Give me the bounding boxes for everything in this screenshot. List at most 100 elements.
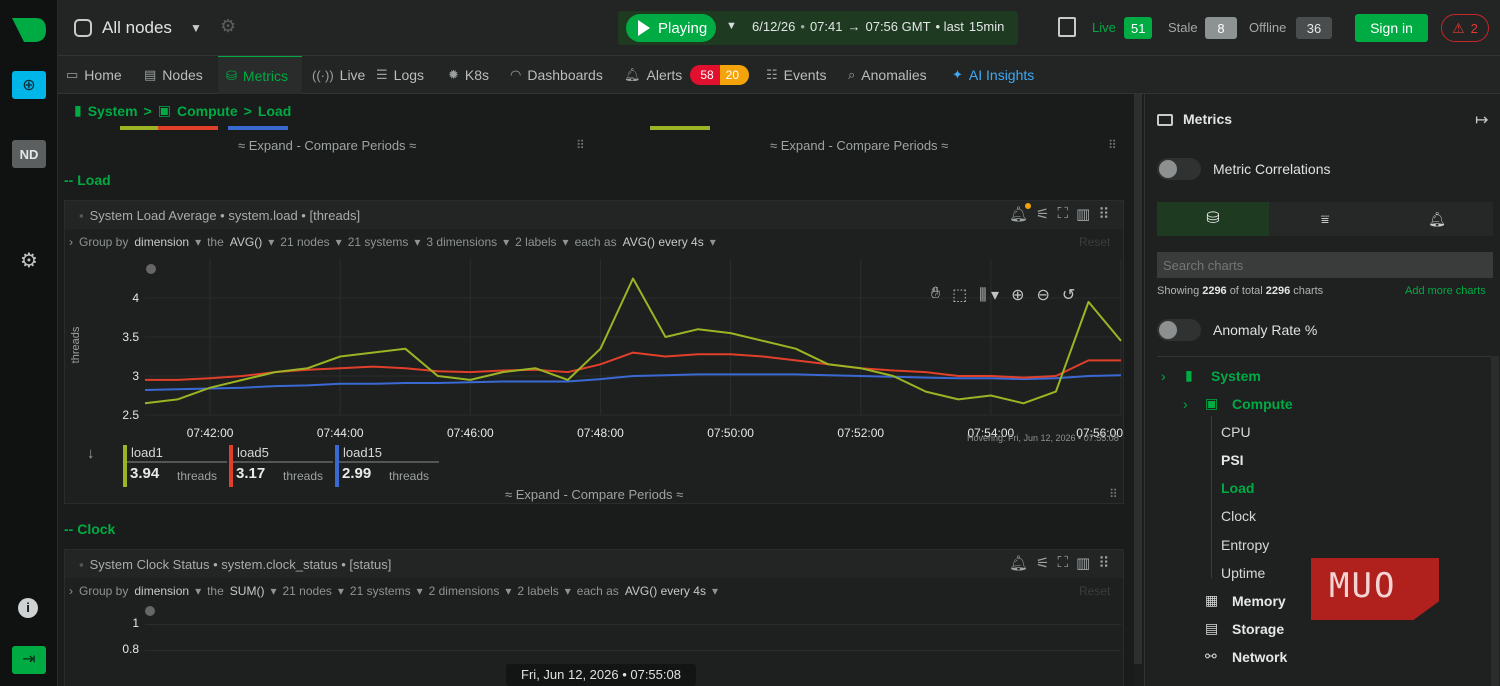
scope-selector[interactable]: All nodes ▼ <box>74 14 202 42</box>
resize-handle-icon[interactable]: ⠿ <box>1108 138 1117 152</box>
zoom-in-icon[interactable]: ⊕ <box>1011 285 1024 305</box>
resize-handle-icon[interactable]: ⠿ <box>576 138 585 152</box>
tab-dashboards[interactable]: ◠ Dashboards <box>510 56 603 94</box>
settings-outline-icon[interactable]: ⚙ <box>220 16 236 37</box>
netdata-logo[interactable] <box>10 14 48 46</box>
save-icon[interactable]: ▥ <box>1076 205 1090 223</box>
expand-chevron-icon[interactable]: › <box>69 584 73 598</box>
tab-logs[interactable]: ☰ Logs <box>376 56 424 94</box>
collapse-panel-icon[interactable]: ↦ <box>1475 110 1488 130</box>
anomaly-rate-toggle[interactable] <box>1157 319 1201 341</box>
tree-item-storage[interactable]: Storage <box>1232 621 1284 637</box>
dimensions-filter[interactable]: 2 dimensions <box>429 584 500 598</box>
breadcrumb-compute[interactable]: Compute <box>177 103 238 119</box>
drag-handle-icon[interactable]: ⠿ <box>1098 554 1109 572</box>
tree-item-psi[interactable]: PSI <box>1221 452 1244 468</box>
fullscreen-icon[interactable]: ⛶ <box>1058 205 1069 223</box>
sign-in-icon[interactable]: ⇥ <box>12 646 46 674</box>
tab-ai-insights[interactable]: ✦ AI Insights <box>952 56 1034 94</box>
reset-button[interactable]: Reset <box>1079 235 1110 249</box>
time-range[interactable]: 6/12/26 • 07:41 → 07:56 GMT • last 15min <box>752 19 1004 34</box>
add-more-charts-link[interactable]: Add more charts <box>1405 285 1486 297</box>
legend-load1[interactable]: load1 3.94 threads <box>123 445 227 487</box>
alerts-critical-count: 58 <box>690 65 720 85</box>
stale-count[interactable]: 8 <box>1205 17 1237 39</box>
systems-filter[interactable]: 21 systems <box>350 584 411 598</box>
aggregation-select[interactable]: SUM() <box>230 584 265 598</box>
tab-k8s[interactable]: ✹ K8s <box>448 56 489 94</box>
expand-compare-top-left[interactable]: ≈ Expand - Compare Periods ≈ <box>238 138 416 153</box>
breadcrumb-load[interactable]: Load <box>258 103 291 119</box>
alerts-badge[interactable]: ⚠ 2 <box>1441 14 1489 42</box>
alert-bell-icon[interactable]: 🔔︎ <box>1009 203 1032 223</box>
settings-gear-icon[interactable]: ⚙ <box>17 249 41 273</box>
clock-y-tick: 1 <box>132 616 139 630</box>
node-badge[interactable]: ND <box>12 140 46 168</box>
breadcrumb-system[interactable]: System <box>88 103 138 119</box>
aggregation-select[interactable]: AVG() <box>230 235 262 249</box>
tab-alerts-panel[interactable]: 🔔︎ <box>1381 202 1493 236</box>
tab-metrics[interactable]: ⛁ Metrics <box>218 56 302 94</box>
tab-anomalies[interactable]: ⌕ Anomalies <box>848 56 927 94</box>
tree-item-load[interactable]: Load <box>1221 480 1254 496</box>
legend-sort-arrow-icon[interactable]: ↓ <box>87 445 95 462</box>
play-options-chevron-icon[interactable]: ▼ <box>726 20 737 32</box>
tab-bar: ▭ Home ▤ Nodes ⛁ Metrics ((·)) Live ☰ Logs ✹ K… <box>58 56 1500 94</box>
expand-compare-load[interactable]: ≈ Expand - Compare Periods ≈ <box>505 487 683 502</box>
tree-item-system[interactable]: System <box>1211 368 1261 384</box>
expand-compare-top-right[interactable]: ≈ Expand - Compare Periods ≈ <box>770 138 948 153</box>
live-count[interactable]: 51 <box>1124 17 1153 39</box>
nodes-filter[interactable]: 21 nodes <box>280 235 329 249</box>
dimensions-filter[interactable]: 3 dimensions <box>426 235 497 249</box>
tab-filters[interactable]: ⩸ <box>1269 202 1381 236</box>
info-icon[interactable]: i <box>18 598 38 618</box>
resize-handle-icon[interactable]: ⠿ <box>1109 487 1118 501</box>
expand-chevron-icon[interactable]: › <box>69 235 73 249</box>
select-vertical-icon[interactable]: ⫼ ▾ <box>979 285 999 305</box>
content-scrollbar[interactable] <box>1134 94 1142 664</box>
spaces-button[interactable]: ⊕ <box>12 71 46 99</box>
labels-filter[interactable]: 2 labels <box>517 584 558 598</box>
tree-item-cpu[interactable]: CPU <box>1221 424 1251 440</box>
tab-home[interactable]: ▭ Home <box>66 56 122 94</box>
systems-filter[interactable]: 21 systems <box>348 235 409 249</box>
tab-events[interactable]: ☷ Events <box>766 56 826 94</box>
metric-correlations-toggle[interactable] <box>1157 158 1201 180</box>
tree-item-compute[interactable]: Compute <box>1232 396 1293 412</box>
nodes-filter[interactable]: 21 nodes <box>282 584 331 598</box>
tree-item-entropy[interactable]: Entropy <box>1221 537 1269 553</box>
play-button[interactable]: Playing <box>626 14 716 42</box>
search-charts-input[interactable] <box>1157 252 1493 278</box>
group-by-dimension[interactable]: dimension <box>134 235 189 249</box>
time-aggregation-select[interactable]: AVG() every 4s <box>623 235 704 249</box>
sign-in-button[interactable]: Sign in <box>1355 14 1428 42</box>
time-aggregation-select[interactable]: AVG() every 4s <box>625 584 706 598</box>
offline-count[interactable]: 36 <box>1296 17 1332 39</box>
alert-bell-icon[interactable]: 🔔︎ <box>1009 554 1028 572</box>
legend-load5[interactable]: load5 3.17 threads <box>229 445 333 487</box>
fullscreen-icon[interactable]: ⛶ <box>1058 554 1069 572</box>
select-box-icon[interactable]: ⬚ <box>952 285 967 305</box>
save-icon[interactable]: ▥ <box>1076 554 1090 572</box>
labels-filter[interactable]: 2 labels <box>515 235 556 249</box>
filters-icon[interactable]: ⚟ <box>1036 554 1049 572</box>
tab-alerts[interactable]: 🔔︎ Alerts 58 20 <box>624 56 750 94</box>
zoom-out-icon[interactable]: ⊖ <box>1037 285 1050 305</box>
reset-button[interactable]: Reset <box>1079 584 1110 598</box>
group-by-dimension[interactable]: dimension <box>134 584 189 598</box>
tab-charts[interactable]: ⛁ <box>1157 202 1269 236</box>
tree-item-memory[interactable]: Memory <box>1232 593 1286 609</box>
drag-handle-icon[interactable]: ⠿ <box>1098 205 1109 223</box>
tree-item-uptime[interactable]: Uptime <box>1221 565 1265 581</box>
legend-load15[interactable]: load15 2.99 threads <box>335 445 439 487</box>
tree-item-clock[interactable]: Clock <box>1221 508 1256 524</box>
pan-hand-icon[interactable]: ✋︎ <box>931 285 940 305</box>
tree-expand-system-icon[interactable]: › <box>1161 368 1166 384</box>
filters-icon[interactable]: ⚟ <box>1036 205 1049 223</box>
tree-expand-compute-icon[interactable]: › <box>1183 396 1188 412</box>
tab-live[interactable]: ((·)) Live <box>312 56 365 94</box>
reset-zoom-icon[interactable]: ↺ <box>1062 285 1075 305</box>
right-scrollbar[interactable] <box>1491 356 1499 686</box>
tree-item-network[interactable]: Network <box>1232 649 1287 665</box>
tab-nodes[interactable]: ▤ Nodes <box>144 56 203 94</box>
